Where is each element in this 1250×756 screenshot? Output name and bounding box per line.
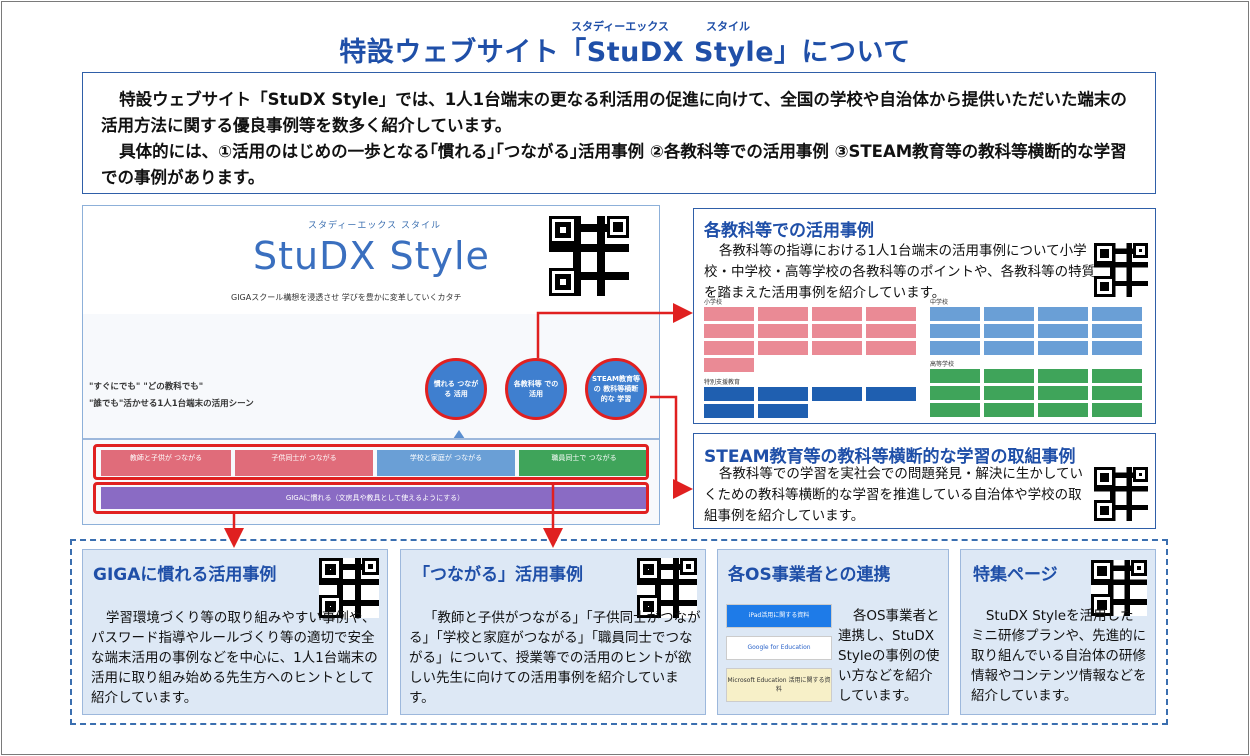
feature-heading: 特集ページ <box>973 565 1058 585</box>
label-junior: 中学校 <box>930 299 949 306</box>
screenshot-tagline: GIGAスクール構想を浸透させ 学びを豊かに変革していくカタチ <box>231 293 462 302</box>
steam-text: 各教科等での学習を実社会での問題発見・解決に生かしていくための教科等横断的な学習… <box>704 466 1083 524</box>
circle-steam[interactable]: STEAM教育等の 教科等横断的な 学習 <box>585 358 647 420</box>
os-text: 各OS事業者と連携し、StuDX Styleの事例の使い方などを紹介しています。 <box>838 608 940 704</box>
os-box: 各OS事業者との連携 iPad活用に関する資料 Google for Educa… <box>717 549 949 715</box>
subjects-text: 各教科等の指導における1人1台端末の活用事例について小学校・中学校・高等学校の各… <box>704 243 1096 301</box>
giga-text: 学習環境づくり等の取り組みやすい事例や、パスワード指導やルールづくり等の適切で安… <box>91 610 378 706</box>
page-title: 特設ウェブサイト「StuDX Style」について <box>339 37 911 68</box>
screenshot-line-1: "すぐにでも" "どの教科でも" <box>89 382 204 392</box>
subjects-heading: 各教科等での活用事例 <box>704 221 874 241</box>
giga-highlight-frame <box>93 482 649 514</box>
giga-box: GIGAに慣れる活用事例 学習環境づくり等の取り組みやすい事例や、パスワード指導… <box>82 549 388 715</box>
giga-heading: GIGAに慣れる活用事例 <box>93 565 277 585</box>
tsunagaru-box: 「つながる」活用事例 「教師と子供がつながる」「子供同士がつながる」「学校と家庭… <box>400 549 706 715</box>
intro-paragraph-1: 特設ウェブサイト「StuDX Style」では、1人1台端末の更なる利活用の促進… <box>101 90 1127 135</box>
circle-nareru[interactable]: 慣れる つながる 活用 <box>425 358 487 420</box>
site-screenshot: スタディーエックス スタイル StuDX Style GIGAスクール構想を浸透… <box>82 205 660 525</box>
intro-box: 特設ウェブサイト「StuDX Style」では、1人1台端末の更なる利活用の促進… <box>82 72 1156 194</box>
label-elementary: 小学校 <box>704 299 723 306</box>
intro-paragraph-2: 具体的には、①活用のはじめの一歩となる｢慣れる｣｢つながる｣活用事例 ②各教科等… <box>101 142 1127 187</box>
circle-subjects[interactable]: 各教科等 での活用 <box>505 358 567 420</box>
screenshot-logo: StuDX Style <box>253 234 490 278</box>
os-heading: 各OS事業者との連携 <box>728 565 891 585</box>
os-logo-google[interactable]: Google for Education <box>726 636 832 660</box>
chips-highlight-frame <box>93 444 649 480</box>
tsunagaru-heading: 「つながる」活用事例 <box>413 565 583 585</box>
screenshot-ruby: スタディーエックス スタイル <box>308 221 441 231</box>
screenshot-line-2: "誰でも"活かせる1人1台端末の活用シーン <box>89 399 254 409</box>
os-logo-microsoft[interactable]: Microsoft Education 活用に関する資料 <box>726 668 832 702</box>
qr-code-icon[interactable] <box>1094 243 1148 297</box>
os-logo-ipad[interactable]: iPad活用に関する資料 <box>726 604 832 628</box>
divider <box>83 438 659 440</box>
tsunagaru-text: 「教師と子供がつながる」「子供同士がつながる」「学校と家庭がつながる」「職員同士… <box>409 610 701 706</box>
feature-text: StuDX Styleを活用したミニ研修プランや、先進的に取り組んでいる自治体の… <box>971 608 1147 704</box>
qr-code-icon[interactable] <box>1094 467 1148 521</box>
steam-box: STEAM教育等の教科等横断的な学習の取組事例 各教科等での学習を実社会での問題… <box>693 433 1156 529</box>
feature-box: 特集ページ StuDX Styleを活用したミニ研修プランや、先進的に取り組んで… <box>960 549 1156 715</box>
label-special: 特別支援教育 <box>704 379 741 386</box>
qr-code-icon[interactable] <box>549 216 629 296</box>
label-high: 高等学校 <box>930 361 955 368</box>
subjects-box: 各教科等での活用事例 各教科等の指導における1人1台端末の活用事例について小学校… <box>693 208 1156 424</box>
